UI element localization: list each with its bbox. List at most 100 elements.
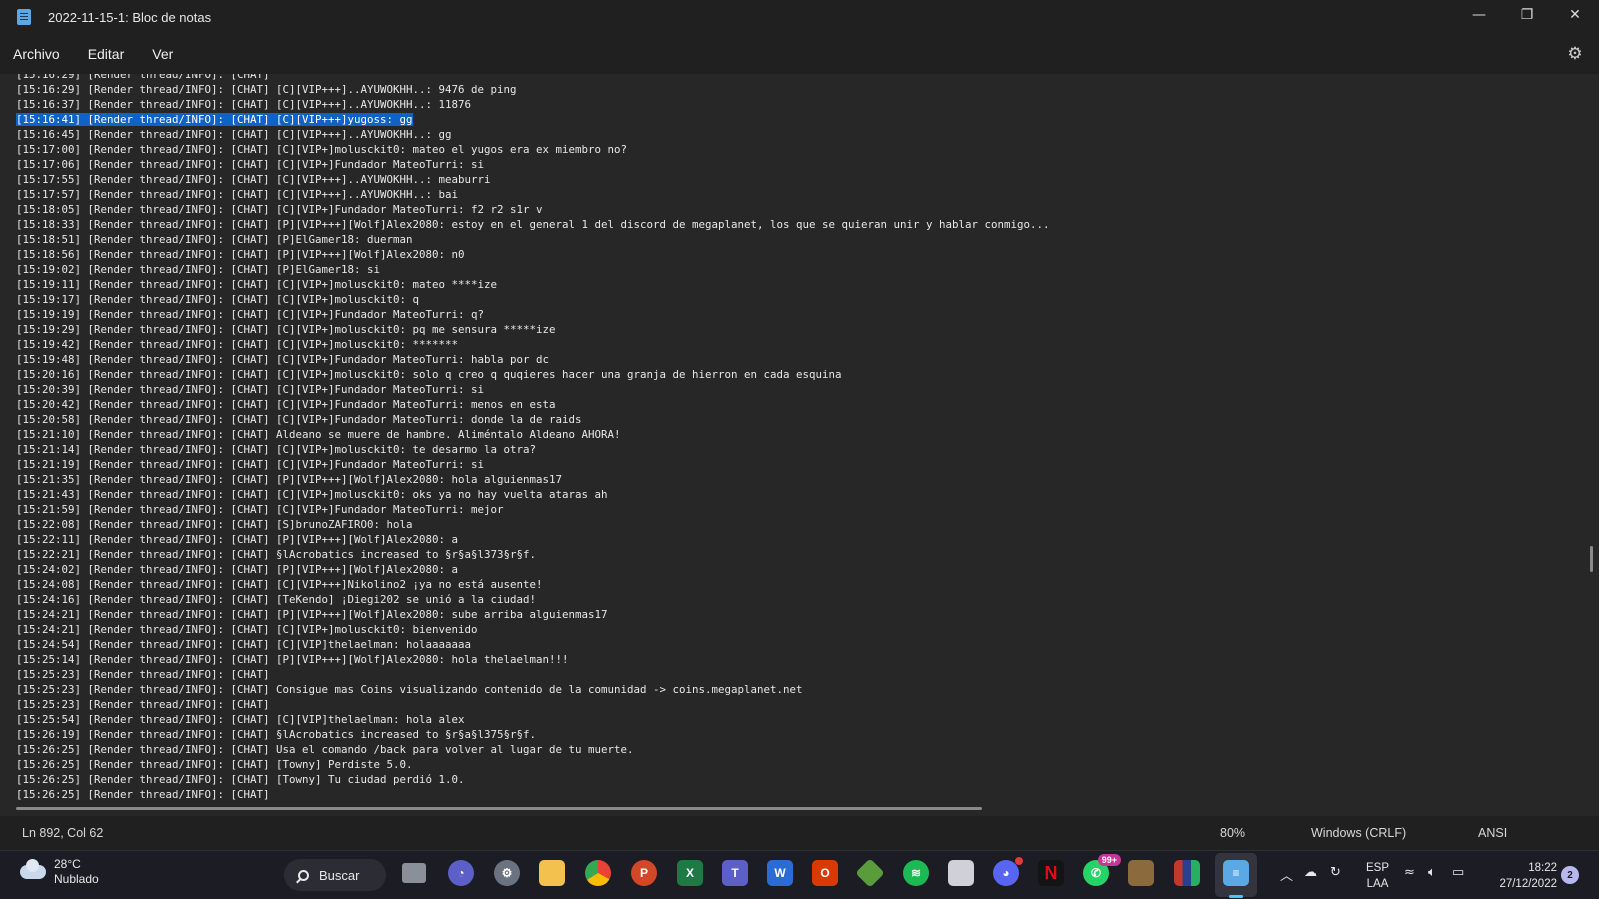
text-line[interactable]: [15:20:58] [Render thread/INFO]: [CHAT] … [16, 412, 1050, 427]
volume-icon[interactable]: 🔈︎ [1428, 865, 1436, 880]
text-line[interactable]: [15:18:51] [Render thread/INFO]: [CHAT] … [16, 232, 1050, 247]
text-line[interactable]: [15:18:05] [Render thread/INFO]: [CHAT] … [16, 202, 1050, 217]
text-line[interactable]: [15:17:57] [Render thread/INFO]: [CHAT] … [16, 187, 1050, 202]
text-line[interactable]: [15:26:25] [Render thread/INFO]: [CHAT] [16, 787, 1050, 802]
spotify-icon[interactable]: ≋ [903, 860, 929, 886]
chat-icon[interactable]: ◔ [448, 860, 474, 886]
text-line[interactable]: [15:24:21] [Render thread/INFO]: [CHAT] … [16, 607, 1050, 622]
text-line[interactable]: [15:19:29] [Render thread/INFO]: [CHAT] … [16, 322, 1050, 337]
sync-icon[interactable]: ↻ [1330, 865, 1341, 880]
teams-icon[interactable]: T [722, 860, 748, 886]
onedrive-cloud-icon[interactable]: ☁ [1304, 865, 1317, 880]
input-language[interactable]: ESP LAA [1366, 860, 1389, 892]
text-line[interactable]: [15:21:43] [Render thread/INFO]: [CHAT] … [16, 487, 1050, 502]
text-line-content: [15:16:45] [Render thread/INFO]: [CHAT] … [16, 128, 452, 141]
text-line[interactable]: [15:26:19] [Render thread/INFO]: [CHAT] … [16, 727, 1050, 742]
text-line-content: [15:19:17] [Render thread/INFO]: [CHAT] … [16, 293, 420, 306]
text-line[interactable]: [15:17:00] [Render thread/INFO]: [CHAT] … [16, 142, 1050, 157]
battery-icon[interactable]: ▭ [1452, 865, 1464, 880]
text-line[interactable]: [15:25:23] [Render thread/INFO]: [CHAT] [16, 667, 1050, 682]
text-line-content: [15:22:11] [Render thread/INFO]: [CHAT] … [16, 533, 459, 546]
minimize-button[interactable]: — [1455, 0, 1503, 30]
menu-view[interactable]: Ver [138, 38, 187, 70]
text-line[interactable]: [15:16:37] [Render thread/INFO]: [CHAT] … [16, 97, 1050, 112]
text-line[interactable]: [15:16:45] [Render thread/INFO]: [CHAT] … [16, 127, 1050, 142]
text-line[interactable]: [15:25:14] [Render thread/INFO]: [CHAT] … [16, 652, 1050, 667]
text-line[interactable]: [15:20:39] [Render thread/INFO]: [CHAT] … [16, 382, 1050, 397]
text-line[interactable]: [15:25:54] [Render thread/INFO]: [CHAT] … [16, 712, 1050, 727]
text-line[interactable]: [15:21:59] [Render thread/INFO]: [CHAT] … [16, 502, 1050, 517]
text-editor[interactable]: [15:16:29] [Render thread/INFO]: [CHAT] [… [0, 74, 1599, 816]
text-line[interactable]: [15:19:02] [Render thread/INFO]: [CHAT] … [16, 262, 1050, 277]
discord-icon[interactable]: ◕ [993, 857, 1023, 886]
office-icon[interactable]: O [812, 860, 838, 886]
minecraft-icon[interactable] [1128, 860, 1154, 886]
text-line[interactable]: [15:24:08] [Render thread/INFO]: [CHAT] … [16, 577, 1050, 592]
wifi-icon[interactable]: ≈ [1404, 865, 1415, 880]
text-line-content: [15:18:51] [Render thread/INFO]: [CHAT] … [16, 233, 413, 246]
text-line[interactable]: [15:16:29] [Render thread/INFO]: [CHAT] … [16, 82, 1050, 97]
system-clock[interactable]: 18:22 27/12/2022 [1485, 860, 1557, 892]
whatsapp-icon[interactable]: ✆ 99+ [1083, 854, 1121, 886]
excel-icon[interactable]: X [677, 860, 703, 886]
maximize-button[interactable]: ❐ [1503, 0, 1551, 30]
powerpoint-icon[interactable]: P [631, 860, 657, 886]
text-line[interactable]: [15:21:10] [Render thread/INFO]: [CHAT] … [16, 427, 1050, 442]
text-line[interactable]: [15:21:19] [Render thread/INFO]: [CHAT] … [16, 457, 1050, 472]
text-line[interactable]: [15:21:35] [Render thread/INFO]: [CHAT] … [16, 472, 1050, 487]
chrome-icon[interactable] [585, 860, 611, 886]
text-line[interactable]: [15:19:19] [Render thread/INFO]: [CHAT] … [16, 307, 1050, 322]
text-line[interactable]: [15:19:42] [Render thread/INFO]: [CHAT] … [16, 337, 1050, 352]
editor-text[interactable]: [15:16:29] [Render thread/INFO]: [CHAT] [… [16, 74, 1050, 802]
text-line[interactable]: [15:24:54] [Render thread/INFO]: [CHAT] … [16, 637, 1050, 652]
text-line-content: [15:21:35] [Render thread/INFO]: [CHAT] … [16, 473, 563, 486]
file-explorer-icon[interactable] [539, 860, 565, 886]
text-line[interactable]: [15:26:25] [Render thread/INFO]: [CHAT] … [16, 757, 1050, 772]
weather-widget[interactable]: 28°C Nublado [20, 857, 99, 887]
text-line[interactable]: [15:19:17] [Render thread/INFO]: [CHAT] … [16, 292, 1050, 307]
menu-edit[interactable]: Editar [74, 38, 139, 70]
text-line[interactable]: [15:24:16] [Render thread/INFO]: [CHAT] … [16, 592, 1050, 607]
chevron-up-icon[interactable]: ︿ [1280, 865, 1293, 884]
text-line[interactable]: [15:22:21] [Render thread/INFO]: [CHAT] … [16, 547, 1050, 562]
text-line[interactable]: [15:19:11] [Render thread/INFO]: [CHAT] … [16, 277, 1050, 292]
close-button[interactable]: ✕ [1551, 0, 1599, 30]
settings-app-icon[interactable]: ⚙ [494, 860, 520, 886]
vertical-scrollbar[interactable] [1590, 546, 1593, 572]
snipping-tool-icon[interactable] [948, 860, 974, 886]
notepad-taskbar-icon[interactable]: ≡ [1223, 860, 1249, 886]
text-line-content: [15:26:25] [Render thread/INFO]: [CHAT] … [16, 758, 413, 771]
text-line[interactable]: [15:24:02] [Render thread/INFO]: [CHAT] … [16, 562, 1050, 577]
text-line[interactable]: [15:20:42] [Render thread/INFO]: [CHAT] … [16, 397, 1050, 412]
text-line[interactable]: [15:25:23] [Render thread/INFO]: [CHAT] [16, 697, 1050, 712]
text-line[interactable]: [15:21:14] [Render thread/INFO]: [CHAT] … [16, 442, 1050, 457]
settings-gear-icon[interactable]: ⚙ [1565, 44, 1585, 64]
winrar-icon[interactable] [1174, 860, 1200, 886]
taskbar-search[interactable]: Buscar [284, 859, 386, 891]
task-view-icon[interactable] [402, 863, 426, 883]
text-line[interactable]: [15:25:23] [Render thread/INFO]: [CHAT] … [16, 682, 1050, 697]
text-line-content: [15:19:02] [Render thread/INFO]: [CHAT] … [16, 263, 381, 276]
text-line[interactable]: [15:20:16] [Render thread/INFO]: [CHAT] … [16, 367, 1050, 382]
horizontal-scrollbar[interactable] [16, 807, 982, 810]
start-windows-icon[interactable] [245, 861, 269, 885]
menu-file[interactable]: Archivo [0, 38, 74, 70]
text-line[interactable]: [15:18:56] [Render thread/INFO]: [CHAT] … [16, 247, 1050, 262]
text-line[interactable]: [15:22:11] [Render thread/INFO]: [CHAT] … [16, 532, 1050, 547]
text-line[interactable]: [15:22:08] [Render thread/INFO]: [CHAT] … [16, 517, 1050, 532]
text-line[interactable]: [15:18:33] [Render thread/INFO]: [CHAT] … [16, 217, 1050, 232]
text-line[interactable]: [15:26:25] [Render thread/INFO]: [CHAT] … [16, 742, 1050, 757]
text-line[interactable]: [15:17:06] [Render thread/INFO]: [CHAT] … [16, 157, 1050, 172]
text-line[interactable]: [15:24:21] [Render thread/INFO]: [CHAT] … [16, 622, 1050, 637]
netflix-icon[interactable]: N [1038, 860, 1064, 886]
text-line[interactable]: [15:16:41] [Render thread/INFO]: [CHAT] … [16, 112, 1050, 127]
text-line[interactable]: [15:19:48] [Render thread/INFO]: [CHAT] … [16, 352, 1050, 367]
text-line[interactable]: [15:17:55] [Render thread/INFO]: [CHAT] … [16, 172, 1050, 187]
text-line[interactable]: [15:16:29] [Render thread/INFO]: [CHAT] [16, 74, 1050, 82]
word-icon[interactable]: W [767, 860, 793, 886]
text-line-content: [15:24:21] [Render thread/INFO]: [CHAT] … [16, 623, 478, 636]
notification-badge[interactable]: 2 [1561, 866, 1579, 884]
minecraft-launcher-icon[interactable] [855, 858, 885, 888]
text-line-content: [15:21:14] [Render thread/INFO]: [CHAT] … [16, 443, 537, 456]
text-line[interactable]: [15:26:25] [Render thread/INFO]: [CHAT] … [16, 772, 1050, 787]
